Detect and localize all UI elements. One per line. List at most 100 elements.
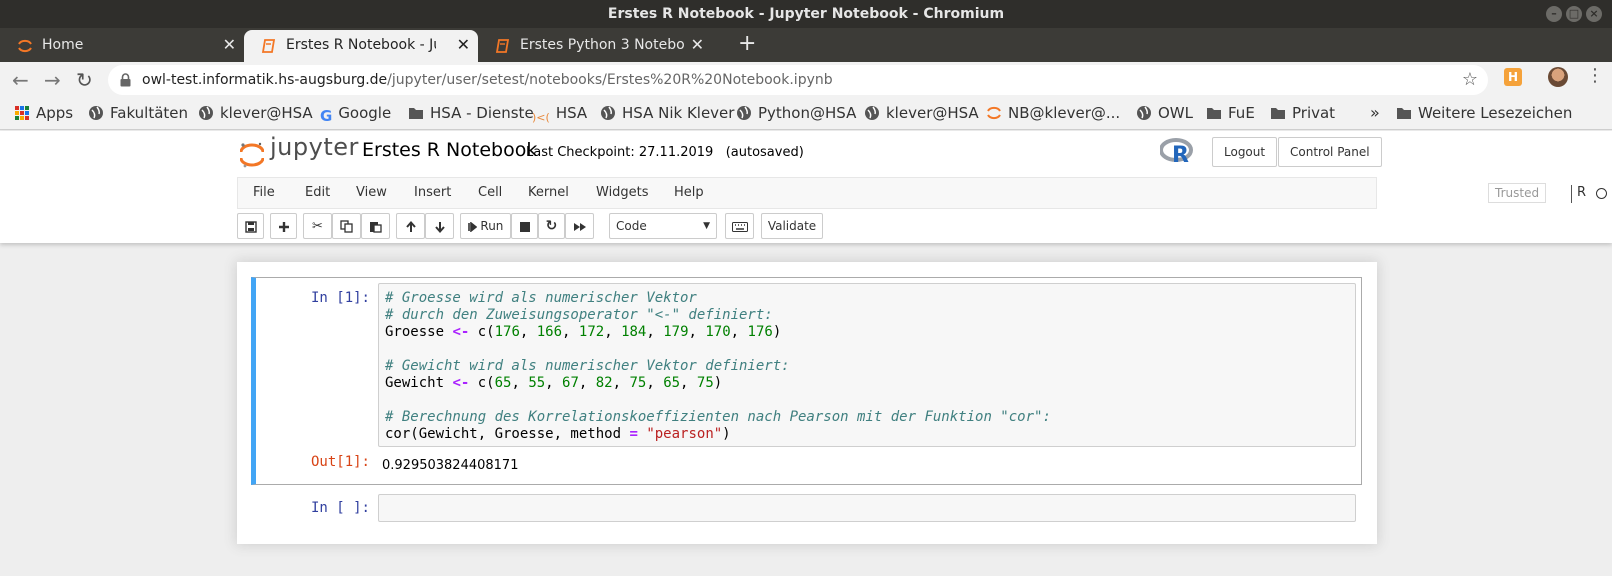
control-panel-button[interactable]: Control Panel (1278, 137, 1382, 167)
jupyter-icon (987, 106, 1001, 120)
code-number: 55 (528, 375, 546, 391)
bookmark-google[interactable]: G Google (320, 98, 391, 128)
menu-kernel[interactable]: Kernel (528, 178, 569, 208)
code-operator: <- (452, 375, 470, 391)
bookmark-apps[interactable]: Apps (14, 98, 73, 128)
bookmark-privat[interactable]: Privat (1270, 98, 1335, 128)
bookmark-owl[interactable]: OWL (1136, 98, 1193, 128)
validate-button[interactable]: Validate (761, 213, 823, 239)
close-icon[interactable]: ✕ (223, 30, 236, 60)
code-number: 65 (663, 375, 681, 391)
save-button[interactable] (237, 213, 264, 239)
run-label: Run (480, 219, 504, 233)
address-bar[interactable]: owl-test.informatik.hs-augsburg.de/jupyt… (108, 65, 1488, 95)
bookmark-hsa-dienste[interactable]: HSA - Dienste (408, 98, 534, 128)
close-icon[interactable]: ✕ (457, 30, 470, 60)
bookmark-klever-hsa[interactable]: klever@HSA (198, 98, 313, 128)
insert-cell-button[interactable] (270, 213, 297, 239)
bookmark-klever-hsa-2[interactable]: klever@HSA (864, 98, 979, 128)
command-palette-button[interactable] (725, 213, 754, 239)
code-text: ) (722, 426, 731, 442)
code-operator: = (629, 426, 638, 442)
bookmark-label: Fakultäten (110, 104, 189, 122)
interrupt-kernel-button[interactable] (511, 213, 538, 239)
bookmark-hsa-nik-klever[interactable]: HSA Nik Klever (600, 98, 734, 128)
folder-icon (1207, 108, 1221, 119)
tab-home[interactable]: Home ✕ (0, 30, 244, 62)
code-content[interactable]: # Groesse wird als numerischer Vektor # … (385, 290, 1051, 443)
cell-type-select[interactable]: Code ▼ (609, 213, 717, 239)
run-button[interactable]: Run (460, 213, 511, 239)
bookmark-hsa[interactable]: )<(HSA (532, 98, 587, 128)
code-number: 176 (747, 324, 773, 340)
bookmark-python-hsa[interactable]: Python@HSA (736, 98, 856, 128)
bookmark-fue[interactable]: FuE (1206, 98, 1255, 128)
kernel-separator (1571, 185, 1572, 203)
jupyter-logo-text[interactable]: jupyter (270, 133, 359, 161)
bookmarks-overflow[interactable]: » (1370, 98, 1380, 128)
kernel-idle-icon (1596, 188, 1607, 199)
menu-edit[interactable]: Edit (305, 178, 330, 208)
globe-icon (1137, 106, 1151, 120)
jupyter-logo-icon[interactable] (240, 141, 264, 169)
bookmark-star-icon[interactable]: ☆ (1462, 65, 1478, 95)
code-number: 82 (595, 375, 613, 391)
menu-file[interactable]: File (253, 178, 275, 208)
profile-avatar[interactable] (1548, 67, 1568, 87)
move-down-button[interactable] (425, 213, 454, 239)
empty-code-cell[interactable] (378, 494, 1356, 522)
bookmark-weitere-lesezeichen[interactable]: Weitere Lesezeichen (1396, 98, 1572, 128)
close-icon[interactable]: ✕ (691, 30, 704, 60)
bookmark-nb-klever[interactable]: NB@klever@... (986, 98, 1120, 128)
menu-insert[interactable]: Insert (414, 178, 451, 208)
restart-kernel-button[interactable]: ↻ (538, 213, 565, 239)
copy-button[interactable] (332, 213, 361, 239)
arrow-down-icon (434, 221, 445, 233)
step-forward-icon (467, 220, 477, 233)
code-operator: <- (452, 324, 470, 340)
close-icon[interactable]: × (1586, 6, 1602, 22)
paste-button[interactable] (361, 213, 390, 239)
minimize-icon[interactable]: – (1546, 6, 1562, 22)
notebook-name[interactable]: Erstes R Notebook (362, 139, 537, 161)
globe-icon (89, 106, 103, 120)
bookmarks-bar: Apps Fakultäten klever@HSA G Google HSA -… (0, 98, 1612, 130)
bookmark-label: Weitere Lesezeichen (1418, 104, 1573, 122)
input-prompt: In [1]: (310, 290, 370, 306)
menu-widgets[interactable]: Widgets (596, 178, 649, 208)
bookmark-label: HSA - Dienste (430, 104, 534, 122)
keyboard-icon (731, 221, 748, 232)
forward-icon[interactable]: → (44, 68, 61, 92)
menu-help[interactable]: Help (674, 178, 704, 208)
logout-button[interactable]: Logout (1212, 137, 1278, 167)
reload-icon[interactable]: ↻ (76, 68, 93, 92)
menu-view[interactable]: View (356, 178, 387, 208)
url-path: /jupyter/user/setest/notebooks/Erstes%20… (387, 72, 833, 88)
code-editor[interactable]: # Groesse wird als numerischer Vektor # … (378, 283, 1356, 447)
code-comment: # Groesse wird als numerischer Vektor (385, 290, 697, 306)
more-menu-icon[interactable]: ⋮ (1586, 66, 1604, 86)
code-number: 75 (696, 375, 714, 391)
bookmark-label: klever@HSA (220, 104, 313, 122)
menu-cell[interactable]: Cell (478, 178, 502, 208)
tab-r-notebook[interactable]: Erstes R Notebook - Jupyt ✕ (244, 30, 478, 62)
restart-run-all-button[interactable] (565, 213, 594, 239)
bookmark-fakultaeten[interactable]: Fakultäten (88, 98, 188, 128)
extension-icon[interactable]: H (1504, 68, 1522, 86)
window-titlebar: Erstes R Notebook - Jupyter Notebook - C… (0, 0, 1612, 28)
cut-button[interactable]: ✂ (303, 213, 332, 239)
trusted-indicator[interactable]: Trusted (1488, 183, 1547, 203)
bookmark-label: OWL (1158, 104, 1193, 122)
maximize-icon[interactable]: □ (1566, 6, 1582, 22)
output-prompt: Out[1]: (310, 454, 370, 470)
bookmark-label: Apps (36, 104, 74, 122)
hsa-icon: )<( (532, 111, 550, 124)
code-string: "pearson" (646, 426, 723, 442)
notebook-menubar: File Edit View Insert Cell Kernel Widget… (237, 177, 1607, 209)
move-up-button[interactable] (396, 213, 425, 239)
new-tab-icon[interactable]: + (738, 30, 756, 58)
tab-label: Home (42, 37, 84, 53)
back-icon[interactable]: ← (12, 68, 29, 92)
tab-python-notebook[interactable]: Erstes Python 3 Notebook ✕ (478, 30, 712, 62)
notebook-icon (495, 39, 510, 53)
